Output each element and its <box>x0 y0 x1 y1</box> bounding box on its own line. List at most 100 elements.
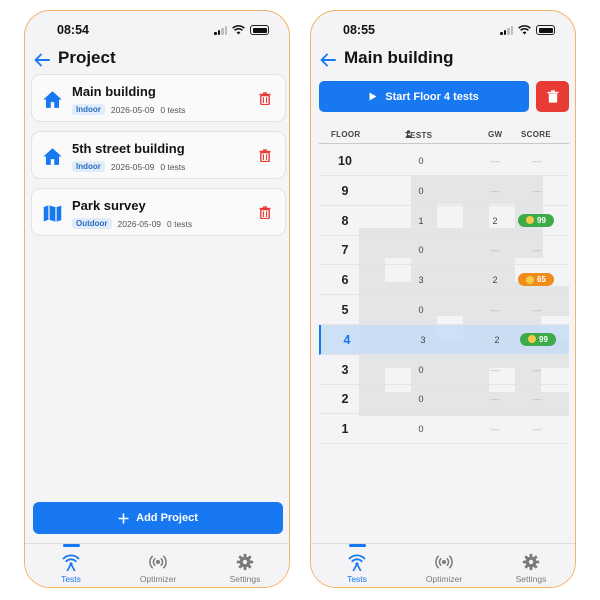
score-value: 65 <box>537 275 546 285</box>
tab-label: Optimizer <box>139 574 177 584</box>
status-bar: 08:54 <box>25 23 289 39</box>
start-floor-tests-button[interactable]: Start Floor 4 tests <box>319 81 529 112</box>
trash-icon[interactable] <box>259 206 271 219</box>
floor-number: 2 <box>341 392 349 407</box>
add-project-label: Add Project <box>136 512 198 524</box>
floor-gateway-count: — <box>490 185 500 196</box>
floor-number: 7 <box>341 243 349 258</box>
tab-label: Tests <box>61 574 81 584</box>
floor-number: 5 <box>341 303 349 317</box>
floor-gateway-count: — <box>490 245 500 256</box>
floor-gateway-count: 2 <box>492 275 498 286</box>
project-name: Main building <box>72 84 156 99</box>
floor-row-8[interactable]: 8 1 2 99 <box>319 206 569 236</box>
header-score: SCORE <box>521 130 551 139</box>
tab-settings[interactable]: Settings <box>487 544 575 584</box>
floor-row-3[interactable]: 3 0 — — <box>319 355 569 385</box>
signal-antenna-icon <box>62 554 80 571</box>
floor-number: 8 <box>341 213 349 228</box>
broadcast-icon <box>149 555 167 569</box>
tab-label: Optimizer <box>425 574 463 584</box>
start-button-label: Start Floor 4 tests <box>385 90 479 103</box>
wifi-icon <box>232 25 245 35</box>
floor-row-9[interactable]: 9 0 — — <box>319 176 569 206</box>
floor-score: — <box>532 394 542 405</box>
delete-building-button[interactable] <box>536 81 569 112</box>
battery-icon <box>250 25 269 35</box>
floor-score: — <box>532 156 542 166</box>
project-card-park-survey[interactable]: Park survey Outdoor 2026-05-09 0 tests <box>31 188 286 236</box>
floor-row-5[interactable]: 5 0 — — <box>319 295 569 325</box>
floor-score: — <box>532 364 542 375</box>
status-time: 08:54 <box>57 23 89 37</box>
play-icon <box>369 92 377 101</box>
trash-icon[interactable] <box>259 149 271 162</box>
floor-row-6[interactable]: 6 3 2 65 <box>319 265 569 296</box>
wifi-icon <box>518 25 531 35</box>
back-arrow-icon[interactable] <box>319 51 337 69</box>
floor-number: 1 <box>341 422 349 437</box>
floor-score: — <box>532 185 542 196</box>
add-project-button[interactable]: Add Project <box>33 502 283 534</box>
floor-row-1[interactable]: 1 0 — — <box>319 414 569 445</box>
signal-antenna-icon <box>348 554 366 571</box>
floor-table-header: FLOOR TESTS GW SCORE <box>319 129 569 144</box>
map-icon <box>43 205 62 222</box>
battery-icon <box>536 25 555 35</box>
tab-label: Settings <box>229 574 261 584</box>
tab-tests[interactable]: Tests <box>27 544 115 584</box>
gear-icon <box>236 553 254 571</box>
floor-row-4[interactable]: 4 3 2 99 <box>319 324 569 355</box>
floor-number: 4 <box>343 332 351 347</box>
smiley-icon <box>526 275 535 284</box>
page-title: Project <box>58 48 116 67</box>
tab-bar: Tests Optimizer Settings <box>25 543 289 587</box>
project-test-count: 0 tests <box>160 161 186 172</box>
floor-row-10[interactable]: 10 0 — — <box>319 146 569 176</box>
trash-icon[interactable] <box>259 92 271 105</box>
floor-gateway-count: 2 <box>494 334 500 345</box>
tab-optimizer[interactable]: Optimizer <box>400 544 488 584</box>
floor-test-count: 1 <box>418 215 424 226</box>
cellular-signal-icon <box>500 25 513 35</box>
back-arrow-icon[interactable] <box>33 51 51 69</box>
tab-settings[interactable]: Settings <box>201 544 289 584</box>
building-floors-screen: 08:55 Main building Start Floor 4 tests … <box>310 10 576 588</box>
tab-tests[interactable]: Tests <box>313 544 401 584</box>
project-card-5th-street-building[interactable]: 5th street building Indoor 2026-05-09 0 … <box>31 131 286 179</box>
project-date: 2026-05-09 <box>117 218 162 229</box>
status-time: 08:55 <box>343 23 375 37</box>
project-test-count: 0 tests <box>160 104 186 115</box>
tab-optimizer[interactable]: Optimizer <box>114 544 202 584</box>
project-name: 5th street building <box>72 141 185 156</box>
floor-test-count: 0 <box>418 245 424 256</box>
floor-test-count: 0 <box>418 424 424 435</box>
tab-label: Settings <box>515 574 547 584</box>
gear-icon <box>522 553 540 571</box>
score-value: 99 <box>539 334 548 344</box>
project-test-count: 0 tests <box>167 218 193 229</box>
status-bar: 08:55 <box>311 23 575 39</box>
floor-gateway-count: — <box>490 156 500 166</box>
score-badge: 99 <box>518 213 554 227</box>
project-type-badge: Outdoor <box>72 218 112 229</box>
tab-label: Tests <box>347 574 367 584</box>
floor-gateway-count: — <box>490 364 500 375</box>
floor-row-2[interactable]: 2 0 — — <box>319 384 569 415</box>
project-date: 2026-05-09 <box>110 161 155 172</box>
floor-test-count: 0 <box>418 185 424 196</box>
project-name: Park survey <box>72 198 146 213</box>
home-icon <box>43 148 62 165</box>
broadcast-icon <box>435 555 453 569</box>
floor-test-count: 0 <box>418 364 424 375</box>
score-badge: 99 <box>520 332 556 346</box>
project-card-main-building[interactable]: Main building Indoor 2026-05-09 0 tests <box>31 74 286 122</box>
tab-bar: Tests Optimizer Settings <box>311 543 575 587</box>
floor-score: — <box>532 424 542 435</box>
floor-gateway-count: — <box>490 305 500 315</box>
floor-row-7[interactable]: 7 0 — — <box>319 235 569 266</box>
project-type-badge: Indoor <box>72 161 105 172</box>
floor-number: 10 <box>338 154 352 168</box>
header-floor: FLOOR <box>331 130 361 139</box>
floor-score: — <box>532 305 542 315</box>
